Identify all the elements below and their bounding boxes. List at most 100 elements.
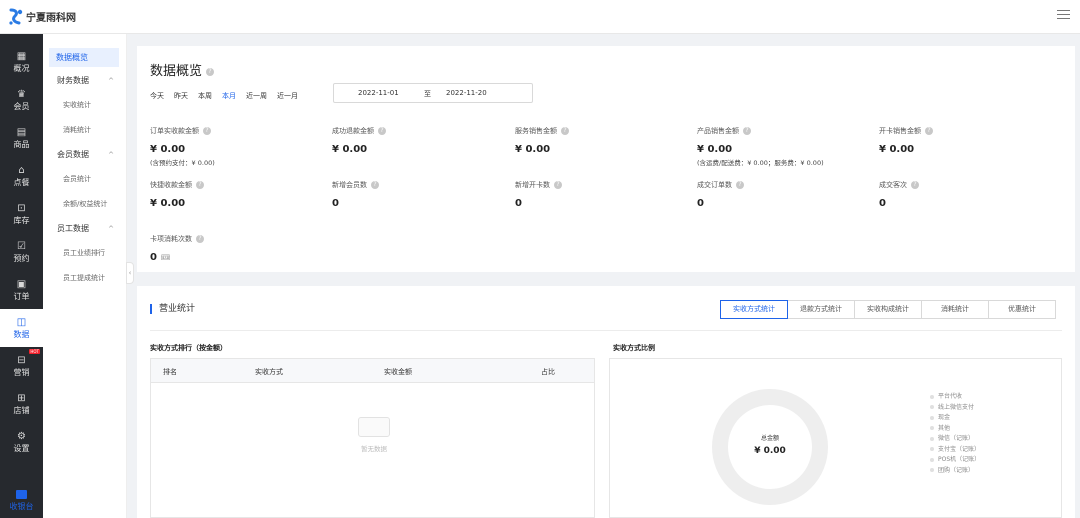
empty-text: 暂无数据 (361, 445, 387, 453)
metric-service-sales: 服务销售金额? ¥ 0.00 (515, 126, 569, 155)
legend-dot (930, 415, 934, 420)
donut-label: 总金额 (760, 435, 779, 442)
help-icon[interactable]: ? (743, 127, 751, 135)
submenu-item-overview[interactable]: 数据概览 (49, 48, 119, 67)
submenu-item-balance-stats[interactable]: 余额/权益统计 (43, 192, 126, 217)
legend-label: 支付宝（记账） (938, 445, 981, 453)
column-header: 实收方式 (255, 368, 283, 376)
metric-label: 成功退款金额 (332, 127, 374, 135)
nav-item-store[interactable]: ⊞ 店铺 (0, 385, 43, 423)
legend-item[interactable]: 其他 (930, 424, 980, 435)
help-icon[interactable]: ? (561, 127, 569, 135)
submenu-group-label: 员工数据 (57, 224, 89, 233)
chart-icon: ◫ (16, 316, 27, 328)
donut-center: 总金额 ¥ 0.00 (740, 433, 800, 456)
legend-dot (930, 447, 934, 451)
box-icon: ▤ (16, 126, 27, 138)
tab-income-method[interactable]: 实收方式统计 (720, 300, 788, 319)
date-tab-this-month[interactable]: 本月 (222, 91, 236, 101)
tab-consumption[interactable]: 消耗统计 (921, 300, 989, 319)
submenu-item-staff-commission[interactable]: 员工提成统计 (43, 266, 126, 291)
metric-refund: 成功退款金额? ¥ 0.00 (332, 126, 386, 155)
date-end[interactable]: 2022-11-20 (446, 89, 487, 97)
nav-item-settings[interactable]: ⚙ 设置 (0, 423, 43, 461)
logo[interactable]: 宁夏雨科网 (8, 8, 76, 26)
table-header: 排名 实收方式 实收金额 占比 (151, 359, 594, 383)
legend-item[interactable]: POS机（记账） (930, 455, 980, 466)
column-header: 实收金额 (384, 368, 412, 376)
tab-income-composition[interactable]: 实收构成统计 (854, 300, 922, 319)
nav-item-orders[interactable]: ▣ 订单 (0, 271, 43, 309)
nav-item-overview[interactable]: ▦ 概况 (0, 43, 43, 81)
help-icon[interactable]: ? (196, 181, 204, 189)
help-icon[interactable]: ? (203, 127, 211, 135)
help-icon[interactable]: ? (371, 181, 379, 189)
column-header: 排名 (163, 368, 177, 376)
tab-discount[interactable]: 优惠统计 (988, 300, 1056, 319)
hamburger-menu-icon[interactable] (1057, 10, 1070, 21)
submenu-group-label: 财务数据 (57, 76, 89, 85)
submenu-item-consumption[interactable]: 消耗统计 (43, 118, 126, 143)
metric-label: 卡项消耗次数 (150, 235, 192, 243)
legend-item[interactable]: 现金 (930, 413, 980, 424)
date-tab-yesterday[interactable]: 昨天 (174, 91, 188, 101)
warehouse-icon: ⊡ (17, 202, 26, 214)
legend-item[interactable]: 团购（记账） (930, 466, 980, 477)
shop-icon: ⊟ (17, 354, 26, 366)
help-icon[interactable]: ? (378, 127, 386, 135)
submenu-item-income[interactable]: 实收统计 (43, 93, 126, 118)
collapse-sidebar-button[interactable]: ‹ (126, 262, 134, 284)
help-icon[interactable]: ? (554, 181, 562, 189)
metric-value: ¥ 0.00 (515, 144, 551, 155)
page-title-text: 数据概览 (150, 64, 203, 79)
legend-dot (930, 394, 934, 399)
legend-item[interactable]: 微信（记账） (930, 434, 980, 445)
column-header: 占比 (541, 368, 555, 376)
legend-item[interactable]: 支付宝（记账） (930, 445, 980, 456)
divider (150, 330, 1062, 331)
submenu-group-staff[interactable]: 员工数据 ^ (43, 217, 126, 241)
date-tab-last-week[interactable]: 近一周 (246, 91, 267, 101)
submenu-item-member-stats[interactable]: 会员统计 (43, 167, 126, 192)
nav-item-booking[interactable]: ☑ 预约 (0, 233, 43, 271)
help-icon[interactable]: ? (925, 127, 933, 135)
ratio-title: 实收方式比例 (613, 344, 655, 352)
cashier-button[interactable]: 收银台 (0, 484, 43, 518)
nav-item-data[interactable]: ◫ 数据 (0, 309, 43, 347)
metric-label: 新增开卡数 (515, 181, 550, 189)
submenu-item-staff-ranking[interactable]: 员工业绩排行 (43, 241, 126, 266)
help-icon[interactable]: ? (911, 181, 919, 189)
help-icon[interactable]: ? (206, 67, 215, 76)
business-stats-card: 营业统计 实收方式统计 退款方式统计 实收构成统计 消耗统计 优惠统计 实收方式… (137, 286, 1075, 518)
date-tab-this-week[interactable]: 本周 (198, 91, 212, 101)
tab-refund-method[interactable]: 退款方式统计 (787, 300, 855, 319)
submenu-group-members[interactable]: 会员数据 ^ (43, 143, 126, 167)
ranking-table: 排名 实收方式 实收金额 占比 暂无数据 (150, 358, 595, 518)
submenu-group-finance[interactable]: 财务数据 ^ (43, 69, 126, 93)
help-icon[interactable]: ? (196, 235, 204, 243)
nav-item-inventory[interactable]: ⊡ 库存 (0, 195, 43, 233)
nav-item-marketing[interactable]: HOT ⊟ 营销 (0, 347, 43, 385)
stats-tabs: 实收方式统计 退款方式统计 实收构成统计 消耗统计 优惠统计 (720, 300, 1056, 319)
nav-item-ordering[interactable]: ⌂ 点餐 (0, 157, 43, 195)
nav-label: 数据 (13, 329, 30, 339)
legend-item[interactable]: 线上微信支付 (930, 403, 980, 414)
date-start[interactable]: 2022-11-01 (358, 89, 399, 97)
nav-item-products[interactable]: ▤ 商品 (0, 119, 43, 157)
nav-label: 概况 (13, 63, 30, 73)
date-tab-last-month[interactable]: 近一月 (277, 91, 298, 101)
metric-value: ¥ 0.00 (150, 144, 186, 155)
hot-badge: HOT (29, 349, 40, 354)
main-nav: ▦ 概况 ♛ 会员 ▤ 商品 ⌂ 点餐 ⊡ 库存 ☑ 预约 ▣ 订单 ◫ 数据 … (0, 34, 43, 518)
legend-item[interactable]: 平台代收 (930, 392, 980, 403)
metric-value: ¥ 0.00 (150, 198, 186, 209)
empty-inbox-icon (358, 417, 390, 437)
metric-visits: 成交客次? 0 (879, 180, 919, 209)
date-range-picker[interactable]: 2022-11-01 至 2022-11-20 (333, 83, 533, 103)
order-icon: ▣ (16, 278, 27, 290)
nav-item-members[interactable]: ♛ 会员 (0, 81, 43, 119)
cashier-label: 收银台 (9, 502, 34, 511)
help-icon[interactable]: ? (736, 181, 744, 189)
legend-dot (930, 457, 934, 462)
date-tab-today[interactable]: 今天 (150, 91, 164, 101)
